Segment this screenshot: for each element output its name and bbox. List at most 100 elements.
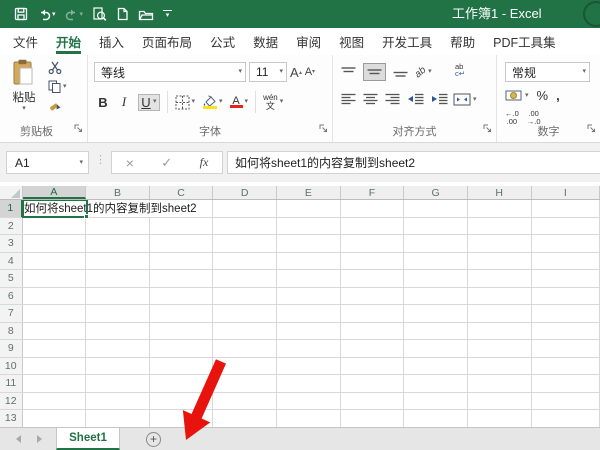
grid-cell[interactable]: [150, 288, 214, 305]
italic-button[interactable]: I: [117, 94, 131, 110]
grid-cell[interactable]: [341, 270, 405, 287]
grid-cell[interactable]: [23, 340, 87, 357]
grid-cell[interactable]: [150, 235, 214, 252]
name-box[interactable]: A1 ▾: [6, 151, 89, 174]
grid-cell[interactable]: [341, 375, 405, 392]
grid-cell[interactable]: [150, 253, 214, 270]
grid-cell[interactable]: [468, 270, 532, 287]
sheet-tab-sheet1[interactable]: Sheet1: [56, 428, 120, 450]
row-header[interactable]: 9: [0, 340, 23, 357]
grid-cell[interactable]: [468, 340, 532, 357]
column-header[interactable]: B: [86, 186, 150, 199]
formula-input[interactable]: 如何将sheet1的内容复制到sheet2: [227, 151, 600, 174]
grid-cell[interactable]: [404, 375, 468, 392]
grid-cell[interactable]: [277, 323, 341, 340]
undo-icon[interactable]: ▾: [37, 8, 56, 21]
paste-button[interactable]: 粘贴 ▾: [5, 59, 43, 125]
grid-cell[interactable]: [86, 305, 150, 322]
grid-cell[interactable]: [277, 200, 341, 217]
formula-bar-resize-handle[interactable]: ⋮: [95, 153, 106, 166]
font-name-combo[interactable]: 等线 ▾: [94, 62, 246, 82]
grid-cell[interactable]: [532, 323, 600, 340]
row-header[interactable]: 5: [0, 270, 23, 287]
font-size-dropdown-icon[interactable]: ▾: [279, 68, 283, 76]
grid-cell[interactable]: [213, 375, 277, 392]
grid-cell[interactable]: [277, 410, 341, 427]
ribbon-tab[interactable]: 插入: [90, 28, 133, 55]
grid-cell[interactable]: [23, 358, 87, 375]
new-file-icon[interactable]: [116, 7, 129, 21]
grid-cell[interactable]: [532, 375, 600, 392]
orientation-button[interactable]: ab ▾: [415, 67, 432, 78]
grid-cell[interactable]: [277, 358, 341, 375]
copy-dropdown-icon[interactable]: ▾: [63, 83, 67, 91]
grid-cell[interactable]: [404, 305, 468, 322]
grid-cell[interactable]: [213, 323, 277, 340]
grid-cell[interactable]: [404, 288, 468, 305]
alignment-dialog-launcher-icon[interactable]: [483, 120, 492, 138]
column-header[interactable]: C: [150, 186, 214, 199]
grid-cell[interactable]: [86, 235, 150, 252]
insert-function-icon[interactable]: fx: [200, 155, 209, 170]
grid-cell[interactable]: [213, 393, 277, 410]
align-middle-button[interactable]: [363, 63, 386, 81]
row-header[interactable]: 4: [0, 253, 23, 270]
font-dialog-launcher-icon[interactable]: [319, 120, 328, 138]
grid-cell[interactable]: [468, 218, 532, 235]
grid-cell[interactable]: [341, 340, 405, 357]
comma-style-button[interactable]: ,: [556, 88, 560, 103]
ribbon-tab[interactable]: 帮助: [441, 28, 484, 55]
ribbon-tab[interactable]: 公式: [201, 28, 244, 55]
grid-cell[interactable]: [213, 235, 277, 252]
grid-cell[interactable]: [23, 393, 87, 410]
grid-cell[interactable]: [341, 253, 405, 270]
grid-cell[interactable]: [341, 305, 405, 322]
row-header[interactable]: 6: [0, 288, 23, 305]
grid-cell[interactable]: [86, 375, 150, 392]
grid-cell[interactable]: [532, 288, 600, 305]
merge-center-button[interactable]: ▾: [453, 93, 477, 106]
grid-cell[interactable]: [404, 235, 468, 252]
enter-icon[interactable]: ✓: [161, 155, 172, 171]
row-header[interactable]: 11: [0, 375, 23, 392]
grid-cell[interactable]: [532, 200, 600, 217]
font-size-combo[interactable]: 11 ▾: [249, 62, 287, 82]
customize-quick-access-icon[interactable]: ▾: [163, 10, 172, 19]
grid-cell[interactable]: [23, 323, 87, 340]
column-header[interactable]: H: [468, 186, 532, 199]
grid-cell[interactable]: [150, 270, 214, 287]
grid-cell[interactable]: [86, 410, 150, 427]
grid-cell[interactable]: [404, 200, 468, 217]
align-top-button[interactable]: [341, 66, 356, 78]
align-right-button[interactable]: [385, 93, 400, 105]
font-color-button[interactable]: A ▾: [230, 96, 249, 108]
bold-button[interactable]: B: [96, 95, 110, 110]
grid-cell[interactable]: [341, 358, 405, 375]
grid-cell[interactable]: [86, 253, 150, 270]
number-format-dropdown-icon[interactable]: ▾: [582, 68, 586, 76]
column-header[interactable]: D: [213, 186, 277, 199]
grid-cell[interactable]: [86, 323, 150, 340]
grid-cell[interactable]: [468, 323, 532, 340]
grid-cell[interactable]: [23, 410, 87, 427]
cancel-icon[interactable]: ×: [126, 155, 134, 171]
grid-cell[interactable]: [532, 270, 600, 287]
grid-cell[interactable]: [150, 410, 214, 427]
grid-cell[interactable]: [213, 358, 277, 375]
column-header[interactable]: G: [404, 186, 468, 199]
grid-cell[interactable]: [86, 340, 150, 357]
font-name-dropdown-icon[interactable]: ▾: [238, 68, 242, 76]
grid-cell[interactable]: [277, 270, 341, 287]
grid-cell[interactable]: [277, 235, 341, 252]
number-format-combo[interactable]: 常规 ▾: [505, 62, 590, 82]
column-header[interactable]: E: [277, 186, 341, 199]
grid-cell[interactable]: [532, 235, 600, 252]
grid-cell[interactable]: [23, 253, 87, 270]
percent-style-button[interactable]: %: [537, 88, 549, 103]
align-center-button[interactable]: [363, 93, 378, 105]
fill-color-button[interactable]: ▾: [202, 95, 223, 109]
increase-font-button[interactable]: A▾: [290, 65, 302, 80]
ribbon-tab[interactable]: PDF工具集: [484, 28, 565, 55]
grid-cell[interactable]: [468, 253, 532, 270]
grid-cell[interactable]: [86, 393, 150, 410]
